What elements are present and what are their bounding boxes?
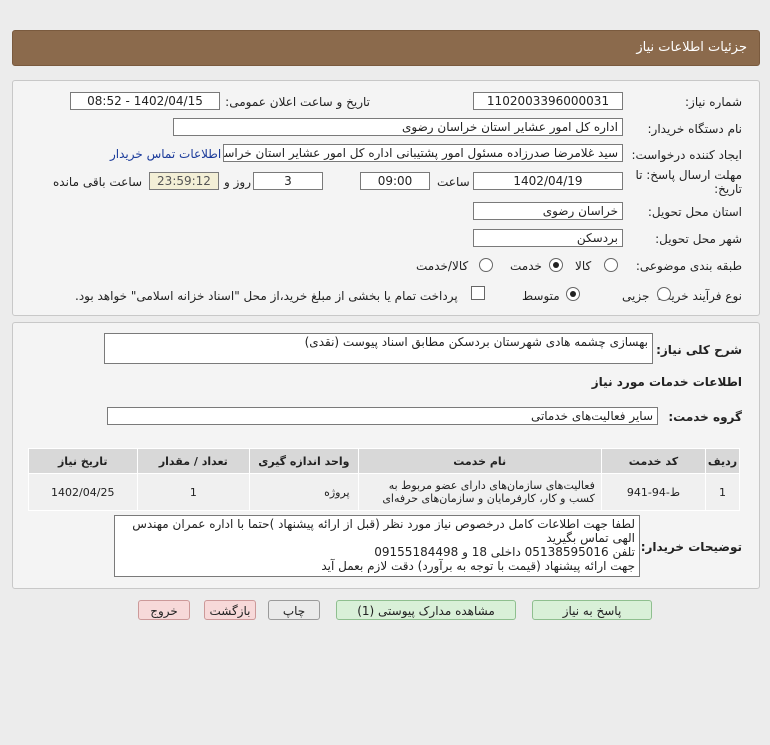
category-service-radio[interactable] <box>549 258 563 272</box>
deadline-label-2: تاریخ: <box>714 182 742 196</box>
cell-date: 1402/04/25 <box>28 473 138 511</box>
buyer-desc-field[interactable]: لطفا جهت اطلاعات کامل درخصوص نیاز مورد ن… <box>114 515 640 577</box>
province-label: استان محل تحویل: <box>647 205 742 219</box>
announce-field[interactable]: 1402/04/15 - 08:52 <box>70 92 220 110</box>
buyer-desc-line-3: جهت ارائه پیشنهاد (قیمت با توجه به برآور… <box>321 559 635 573</box>
buyer-desc-label: توضیحات خریدار: <box>640 540 742 554</box>
category-both-label: کالا/خدمت <box>416 259 469 273</box>
category-goods-label: کالا <box>575 259 592 273</box>
process-minor-label: جزیی <box>622 289 650 303</box>
province-field[interactable]: خراسان رضوی <box>473 202 623 220</box>
col-unit: واحد اندازه گیری <box>249 448 359 474</box>
cell-name: فعالیت‌های سازمان‌های دارای عضو مربوط به… <box>357 473 602 511</box>
deadline-date-field[interactable]: 1402/04/19 <box>473 172 623 190</box>
cell-row: 1 <box>705 473 740 511</box>
summary-label: شرح کلی نیاز: <box>656 343 742 357</box>
col-qty: تعداد / مقدار <box>136 448 251 474</box>
info-panel <box>12 80 760 316</box>
need-number-label: شماره نیاز: <box>685 95 742 109</box>
city-field[interactable]: بردسکن <box>473 229 623 247</box>
col-row: ردیف <box>705 448 740 474</box>
view-docs-button[interactable]: مشاهده مدارک پیوستی (1) <box>336 600 516 620</box>
payment-note: پرداخت تمام یا بخشی از مبلغ خرید،از محل … <box>75 289 458 303</box>
days-field[interactable]: 3 <box>253 172 323 190</box>
deadline-label-1: مهلت ارسال پاسخ: تا <box>635 168 742 182</box>
buyer-desc-line-1: لطفا جهت اطلاعات کامل درخصوص نیاز مورد ن… <box>132 517 635 545</box>
buyer-desc-line-2: تلفن 05138595016 داخلی 18 و 09155184498 <box>374 545 635 559</box>
print-button[interactable]: چاپ <box>268 600 320 620</box>
cell-unit: پروژه <box>249 473 359 511</box>
category-goods-radio[interactable] <box>604 258 618 272</box>
category-label: طبقه بندی موضوعی: <box>635 259 742 273</box>
buyer-field[interactable]: اداره کل امور عشایر استان خراسان رضوی <box>173 118 623 136</box>
services-table: ردیف کد خدمت نام خدمت واحد اندازه گیری ت… <box>28 448 740 511</box>
remaining-label: ساعت باقی مانده <box>53 175 143 189</box>
category-both-radio[interactable] <box>479 258 493 272</box>
days-label: روز و <box>224 175 251 189</box>
announce-label: تاریخ و ساعت اعلان عمومی: <box>225 95 370 109</box>
services-title: اطلاعات خدمات مورد نیاز <box>591 375 742 389</box>
creator-label: ایجاد کننده درخواست: <box>631 148 742 162</box>
exit-button[interactable]: خروج <box>138 600 190 620</box>
back-button[interactable]: بازگشت <box>204 600 256 620</box>
deadline-time-field[interactable]: 09:00 <box>360 172 430 190</box>
page-header: جزئیات اطلاعات نیاز <box>12 30 760 66</box>
category-service-label: خدمت <box>510 259 542 273</box>
process-medium-label: متوسط <box>522 289 560 303</box>
contact-buyer-link[interactable]: اطلاعات تماس خریدار <box>110 147 221 161</box>
remaining-time-field: 23:59:12 <box>149 172 219 190</box>
col-name: نام خدمت <box>357 448 602 474</box>
col-date: تاریخ نیاز <box>28 448 138 474</box>
need-number-field[interactable]: 1102003396000031 <box>473 92 623 110</box>
group-label: گروه خدمت: <box>668 410 742 424</box>
cell-code: ط-94-941 <box>600 473 707 511</box>
process-minor-radio[interactable] <box>657 287 671 301</box>
process-medium-radio[interactable] <box>566 287 580 301</box>
summary-field[interactable]: بهسازی چشمه هادی شهرستان بردسکن مطابق اس… <box>104 333 653 364</box>
treasury-checkbox[interactable] <box>471 286 485 300</box>
table-row: 1 ط-94-941 فعالیت‌های سازمان‌های دارای ع… <box>28 473 740 511</box>
table-header-row: ردیف کد خدمت نام خدمت واحد اندازه گیری ت… <box>28 448 740 474</box>
group-field[interactable]: سایر فعالیت‌های خدماتی <box>107 407 658 425</box>
creator-field[interactable]: سید غلامرضا صدرزاده مسئول امور پشتیبانی … <box>223 144 623 162</box>
reply-button[interactable]: پاسخ به نیاز <box>532 600 652 620</box>
cell-qty: 1 <box>136 473 251 511</box>
city-label: شهر محل تحویل: <box>655 232 742 246</box>
page-title: جزئیات اطلاعات نیاز <box>636 40 747 55</box>
buyer-label: نام دستگاه خریدار: <box>647 122 743 136</box>
deadline-time-label: ساعت <box>437 175 470 189</box>
col-code: کد خدمت <box>600 448 707 474</box>
